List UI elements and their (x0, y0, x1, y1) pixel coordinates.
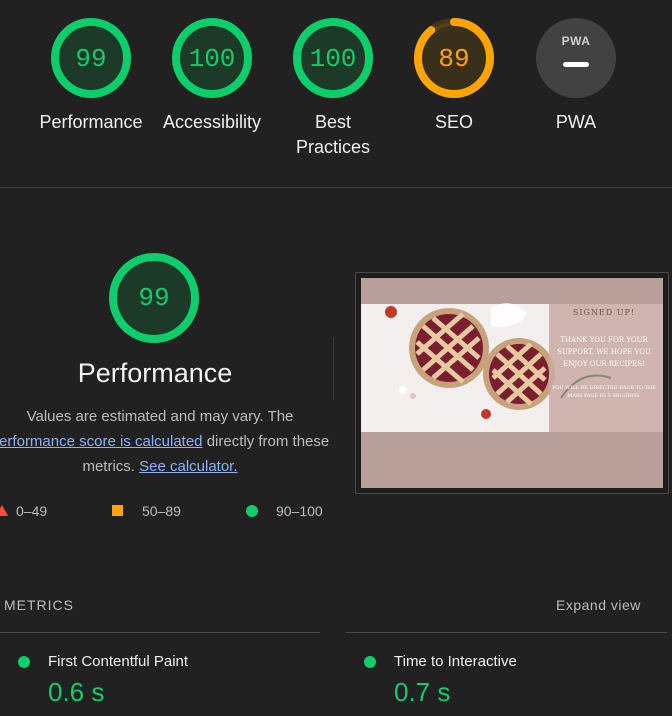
section-divider (0, 187, 672, 188)
metric-value-fcp: 0.6 s (48, 677, 105, 707)
gauge-label: Performance (39, 112, 143, 132)
gauge-score: 100 (188, 44, 236, 74)
gauge-seo[interactable]: 89 SEO (394, 18, 514, 135)
gauge-best-practices[interactable]: 100 Best Practices (273, 18, 393, 160)
gauge-accessibility[interactable]: 100 Accessibility (152, 18, 272, 135)
metrics-divider (346, 632, 667, 633)
metric-title-fcp: First Contentful Paint (48, 653, 189, 670)
desc-text: directly from these (206, 433, 330, 450)
final-screenshot[interactable]: SIGNED UP! THANK YOU FOR YOUR SUPPORT. W… (355, 272, 669, 494)
gauge-label: SEO (434, 112, 473, 132)
gauge-score: 89 (438, 44, 470, 74)
score-calculation-link[interactable]: performance score is calculated (0, 433, 203, 450)
performance-title: Performance (77, 358, 233, 388)
gauge-label: Best Practices (295, 112, 371, 157)
gauge-label: Accessibility (162, 112, 262, 132)
screenshot-footer: YOU WILL BE DIRECTED BACK TO THE MAIN PA… (551, 385, 657, 399)
screenshot-heading: SIGNED UP! (572, 308, 636, 317)
legend-label: 0–49 (16, 503, 48, 519)
expand-view-button[interactable]: Expand view (556, 597, 641, 613)
legend-fail: 0–49 (0, 502, 47, 520)
gauge-score: 100 (309, 44, 357, 74)
screenshot-image: SIGNED UP! THANK YOU FOR YOUR SUPPORT. W… (361, 278, 663, 488)
gauge-label: PWA (555, 112, 597, 132)
performance-gauge-large: 99 (94, 252, 214, 348)
metric-value-tti: 0.7 s (394, 677, 451, 707)
metric-title-tti: Time to Interactive (394, 653, 517, 670)
gauge-pwa[interactable]: PWA PWA (516, 18, 636, 135)
metrics-header: METRICS (4, 597, 74, 613)
desc-text: metrics. (82, 458, 135, 475)
pwa-badge-icon (536, 18, 616, 98)
pass-status-icon (364, 656, 376, 668)
legend-average: 50–89 (112, 502, 181, 520)
category-gauges: 99 Performance 100 Accessibility 100 Bes… (0, 0, 672, 187)
desc-text: Values are estimated and may vary. The (26, 408, 294, 425)
gauge-score: 99 (75, 44, 107, 74)
see-calculator-link[interactable]: See calculator. (139, 458, 237, 475)
metrics-divider (0, 632, 320, 633)
screenshot-body: THANK YOU FOR YOUR SUPPORT. WE HOPE YOU … (557, 336, 651, 368)
legend-label: 50–89 (142, 503, 181, 519)
legend-pass: 90–100 (246, 502, 323, 520)
triangle-fail-icon (0, 505, 8, 516)
pass-status-icon (18, 656, 30, 668)
vertical-divider (333, 338, 334, 400)
square-average-icon (112, 505, 123, 516)
performance-description: Values are estimated and may vary. The p… (0, 404, 330, 479)
pwa-badge-text: PWA (561, 34, 591, 48)
gauge-performance[interactable]: 99 Performance (31, 18, 151, 135)
circle-pass-icon (246, 505, 258, 517)
legend-label: 90–100 (276, 503, 323, 519)
performance-score: 99 (138, 283, 170, 313)
